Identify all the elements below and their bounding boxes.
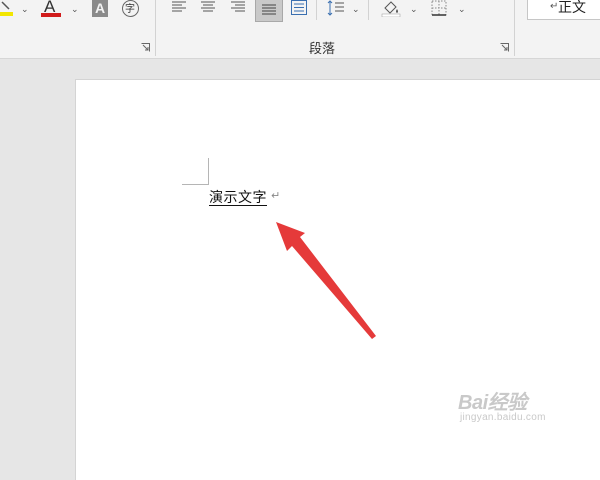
watermark-url: jingyan.baidu.com (460, 412, 546, 423)
annotation-arrow-shape (276, 222, 376, 339)
watermark-brand: Bai经验 (458, 392, 527, 414)
annotation-arrow-icon (276, 222, 376, 339)
watermark: Bai经验 jingyan.baidu.com (458, 386, 546, 423)
